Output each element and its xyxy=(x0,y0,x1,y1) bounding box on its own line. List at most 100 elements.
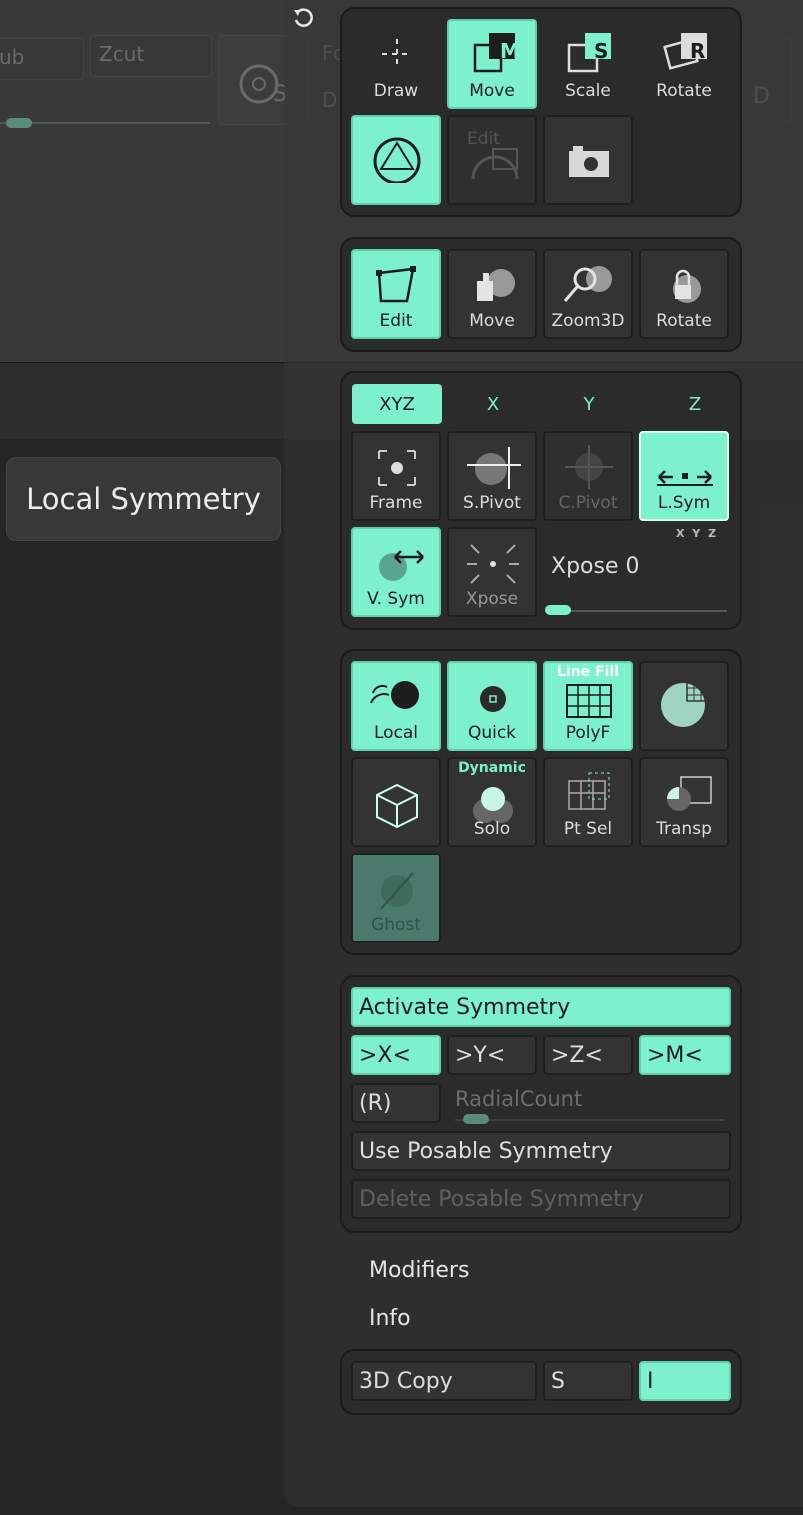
camera-button[interactable] xyxy=(543,115,633,205)
radial-r-button[interactable]: (R) xyxy=(351,1083,441,1123)
ptsel-icon xyxy=(568,772,610,810)
axis-xyz-button[interactable]: XYZ xyxy=(352,384,442,424)
rotate-camera-button[interactable]: Rotate xyxy=(639,249,729,339)
transp-label: Transp xyxy=(656,819,712,839)
edit-pivot-button[interactable]: Edit xyxy=(447,115,537,205)
edit-label: Edit xyxy=(379,311,413,331)
xpose-label: Xpose xyxy=(465,589,519,609)
scale-key: S xyxy=(594,39,609,63)
rotate-camera-label: Rotate xyxy=(656,311,712,331)
edit-icon xyxy=(376,266,416,303)
ptsel-button[interactable]: Pt Sel xyxy=(543,757,633,847)
gizmo-icon xyxy=(373,137,421,183)
rotate-key: R xyxy=(690,39,706,63)
frame-icon xyxy=(378,450,416,486)
axis-y-label: Y xyxy=(583,393,595,415)
sym-m-label: >M< xyxy=(647,1042,703,1068)
copy-3d-label: 3D Copy xyxy=(359,1368,453,1394)
xpose-slider-knob[interactable] xyxy=(545,605,571,615)
lsym-button[interactable]: L.Sym xyxy=(639,431,729,521)
dynamic-label: Dynamic xyxy=(458,760,526,776)
solo-button[interactable]: Dynamic Solo xyxy=(447,757,537,847)
rotate-label: Rotate xyxy=(656,81,712,101)
sym-z-button[interactable]: >Z< xyxy=(543,1035,633,1075)
delete-posable-symmetry-button[interactable]: Delete Posable Symmetry xyxy=(351,1179,731,1219)
xpose-icon xyxy=(467,544,519,584)
axis-z-label: Z xyxy=(688,393,702,415)
vsym-label: V. Sym xyxy=(367,589,425,609)
local-icon xyxy=(370,681,419,709)
modifiers-menu[interactable]: Modifiers xyxy=(369,1258,469,1283)
scale-button[interactable]: S Scale xyxy=(543,19,633,109)
xpose-value: Xpose 0 xyxy=(551,554,640,579)
tooltip-local-symmetry: Local Symmetry xyxy=(6,457,281,541)
cube-button[interactable] xyxy=(351,757,441,847)
copy-s-label: S xyxy=(551,1368,565,1394)
quick-label: Quick xyxy=(467,723,517,743)
axis-z-button[interactable]: Z xyxy=(650,384,740,424)
frame-label: Frame xyxy=(369,493,423,513)
sym-m-button[interactable]: >M< xyxy=(639,1035,731,1075)
xpose-button[interactable]: Xpose xyxy=(447,527,537,617)
local-label: Local xyxy=(373,723,419,743)
activate-symmetry-label: Activate Symmetry xyxy=(359,994,571,1020)
sym-z-label: >Z< xyxy=(551,1042,603,1068)
radial-slider-track[interactable] xyxy=(455,1119,725,1121)
zoom3d-button[interactable]: Zoom3D xyxy=(543,249,633,339)
ptsel-label: Pt Sel xyxy=(563,819,613,839)
bg-slider-knob[interactable] xyxy=(6,118,32,128)
gizmo3d-button[interactable] xyxy=(351,115,441,205)
grid-sphere-button[interactable] xyxy=(639,661,729,751)
draw-button[interactable]: Draw xyxy=(351,19,441,109)
quick-button[interactable]: Quick xyxy=(447,661,537,751)
radial-slider-knob[interactable] xyxy=(463,1114,489,1124)
copy-3d-button[interactable]: 3D Copy xyxy=(351,1361,537,1401)
ghost-button[interactable]: Ghost xyxy=(351,853,441,943)
cpivot-label: C.Pivot xyxy=(558,493,618,513)
bg-field-zcut: Zcut xyxy=(90,35,212,77)
use-posable-label: Use Posable Symmetry xyxy=(359,1138,613,1164)
sym-y-label: >Y< xyxy=(455,1042,506,1068)
info-menu[interactable]: Info xyxy=(369,1306,411,1331)
sym-x-label: >X< xyxy=(359,1042,411,1068)
camera-icon xyxy=(569,146,609,177)
zoom-icon xyxy=(563,266,612,302)
move-button[interactable]: M Move xyxy=(447,19,537,109)
zoom3d-label: Zoom3D xyxy=(551,311,625,331)
delete-posable-label: Delete Posable Symmetry xyxy=(359,1186,644,1212)
axis-y-button[interactable]: Y xyxy=(544,384,634,424)
vsym-button[interactable]: V. Sym xyxy=(351,527,441,617)
transp-button[interactable]: Transp xyxy=(639,757,729,847)
spivot-button[interactable]: S.Pivot xyxy=(447,431,537,521)
cube-icon xyxy=(376,783,418,829)
vsym-icon xyxy=(379,550,424,581)
ghost-icon xyxy=(380,872,414,910)
xpose-slider-track[interactable] xyxy=(547,610,727,612)
move-camera-label: Move xyxy=(469,311,515,331)
axis-x-button[interactable]: X xyxy=(448,384,538,424)
rotate-button[interactable]: R Rotate xyxy=(639,19,729,109)
solo-label: Solo xyxy=(473,819,511,839)
polyf-button[interactable]: Line Fill PolyF xyxy=(543,661,633,751)
cpivot-icon xyxy=(565,445,613,489)
transp-icon xyxy=(667,776,712,811)
use-posable-symmetry-button[interactable]: Use Posable Symmetry xyxy=(351,1131,731,1171)
copy-i-label: I xyxy=(647,1368,654,1394)
frame-button[interactable]: Frame xyxy=(351,431,441,521)
local-button[interactable]: Local xyxy=(351,661,441,751)
hand-icon xyxy=(477,269,515,301)
rotate-lock-icon xyxy=(673,269,701,303)
cpivot-button[interactable]: C.Pivot xyxy=(543,431,633,521)
copy-s-button[interactable]: S xyxy=(543,1361,633,1401)
linefill-label: Line Fill xyxy=(556,664,619,680)
activate-symmetry-button[interactable]: Activate Symmetry xyxy=(351,987,731,1027)
polyf-label: PolyF xyxy=(565,723,611,743)
axis-x-label: X xyxy=(486,393,500,415)
copy-i-button[interactable]: I xyxy=(639,1361,731,1401)
undo-icon[interactable] xyxy=(292,6,316,30)
spivot-label: S.Pivot xyxy=(463,493,521,513)
sym-y-button[interactable]: >Y< xyxy=(447,1035,537,1075)
edit-button[interactable]: Edit xyxy=(351,249,441,339)
move-camera-button[interactable]: Move xyxy=(447,249,537,339)
sym-x-button[interactable]: >X< xyxy=(351,1035,441,1075)
